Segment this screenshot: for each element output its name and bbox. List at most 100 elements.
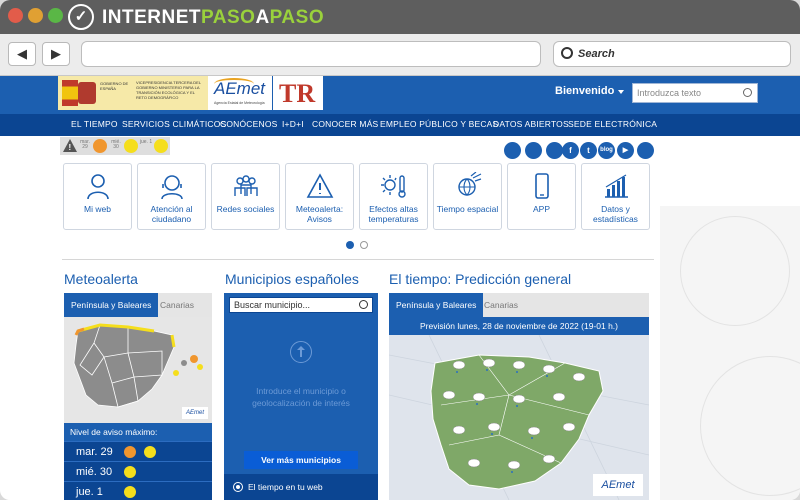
divider: [62, 259, 654, 260]
aemet-subtitle: Agencia Estatal de Meteorología: [214, 101, 265, 105]
prtr-letters: TR: [279, 79, 316, 108]
search-icon[interactable]: [743, 88, 752, 97]
tab-peninsula[interactable]: Península y Baleares: [389, 293, 484, 317]
tile-label: Tiempo espacial: [436, 204, 499, 214]
tile-label: APP: [532, 204, 550, 214]
tab-peninsula[interactable]: Península y Baleares: [64, 293, 159, 317]
brand-name: INTERNETPASOAPASO: [102, 7, 324, 29]
municipio-placeholder: Buscar municipio...: [234, 300, 311, 310]
tile-atencion[interactable]: Atención al ciudadano: [137, 163, 206, 230]
aviso-row[interactable]: mié. 30: [64, 461, 212, 481]
app-icon[interactable]: [504, 142, 521, 159]
address-bar: ◀ ▶ Search: [0, 34, 800, 76]
brand-prefix: INTERNET: [102, 7, 201, 28]
warning-strip[interactable]: ! mar. 29 mié. 30 jue. 1: [60, 137, 170, 155]
search-icon: [561, 47, 573, 59]
aemet-logo[interactable]: AEmet Agencia Estatal de Meteorología: [208, 76, 272, 110]
tile-tiempo-espacial[interactable]: Tiempo espacial: [433, 163, 502, 230]
blog-icon[interactable]: blog: [598, 142, 615, 159]
bar-chart-icon: [604, 174, 628, 198]
tile-meteoalerta[interactable]: Meteoalerta: Avisos: [285, 163, 354, 230]
tile-redes[interactable]: Redes sociales: [211, 163, 280, 230]
warning-day-label: mié. 30: [111, 139, 121, 150]
menu-item-conocenos[interactable]: CONÓCENOS: [220, 119, 278, 129]
tile-label: Atención al ciudadano: [150, 204, 193, 224]
site-search-placeholder: Introduzca texto: [637, 88, 702, 98]
site-search-input[interactable]: Introduzca texto: [632, 83, 758, 103]
tile-label: Redes sociales: [216, 204, 275, 214]
warning-map[interactable]: AEmet: [64, 317, 212, 423]
chevron-down-icon[interactable]: [618, 90, 624, 94]
municipio-search-input[interactable]: Buscar municipio...: [229, 297, 373, 313]
municipios-panel: Buscar municipio... Introduce el municip…: [224, 293, 378, 500]
aviso-row[interactable]: jue. 1: [64, 481, 212, 500]
tile-label: Datos y estadísticas: [593, 204, 638, 224]
youtube-icon[interactable]: ▶: [617, 142, 634, 159]
forward-button[interactable]: ▶: [42, 42, 70, 66]
tile-mi-web[interactable]: Mi web: [63, 163, 132, 230]
warning-yellow-dot: [124, 139, 138, 153]
aviso-yellow-dot: [124, 486, 136, 498]
forecast-map[interactable]: AEmet: [388, 334, 650, 500]
carousel-dot-active[interactable]: [346, 241, 354, 249]
warning-orange-dot: [93, 139, 107, 153]
radio-icon[interactable]: [233, 482, 243, 492]
menu-item-conocer-mas[interactable]: CONOCER MÁS: [312, 119, 378, 129]
people-icon: [233, 175, 258, 196]
web-page: GOBIERNO DE ESPAÑA VICEPRESIDENCIA TERCE…: [0, 76, 800, 500]
close-dot[interactable]: [8, 8, 23, 23]
tile-datos[interactable]: Datos y estadísticas: [581, 163, 650, 230]
carousel-dot[interactable]: [360, 241, 368, 249]
main-menu: EL TIEMPO SERVICIOS CLIMÁTICOS CONÓCENOS…: [0, 114, 800, 136]
decorative-ring: [680, 216, 790, 326]
back-button[interactable]: ◀: [8, 42, 36, 66]
aviso-orange-dot: [124, 446, 136, 458]
welcome-menu[interactable]: Bienvenido: [555, 85, 614, 97]
search-placeholder: Search: [578, 48, 615, 60]
tile-app[interactable]: APP: [507, 163, 576, 230]
site-header: GOBIERNO DE ESPAÑA VICEPRESIDENCIA TERCE…: [0, 76, 800, 114]
tiempo-web-link[interactable]: El tiempo en tu web: [224, 474, 378, 500]
map-aemet-logo: AEmet: [182, 407, 208, 419]
ministry-label: VICEPRESIDENCIA TERCERA DEL GOBIERNO MIN…: [136, 80, 201, 100]
meteoalerta-panel: Península y Baleares Canarias AEmet Nive…: [64, 293, 212, 500]
government-logo[interactable]: GOBIERNO DE ESPAÑA VICEPRESIDENCIA TERCE…: [58, 76, 208, 110]
facebook-icon[interactable]: f: [562, 142, 579, 159]
tile-efectos[interactable]: Efectos altas temperaturas: [359, 163, 428, 230]
tab-canarias[interactable]: Canarias: [484, 293, 518, 317]
aviso-yellow-dot: [124, 466, 136, 478]
menu-item-servicios[interactable]: SERVICIOS CLIMÁTICOS: [122, 119, 226, 129]
sun-thermometer-icon: [380, 175, 406, 198]
tab-canarias[interactable]: Canarias: [160, 293, 194, 317]
brand-logo-icon: ✓: [68, 4, 94, 30]
prediccion-subtitle: Previsión lunes, 28 de noviembre de 2022…: [389, 317, 649, 335]
meteoalerta-title[interactable]: Meteoalerta: [64, 271, 138, 287]
url-input[interactable]: [81, 41, 541, 67]
menu-item-sede[interactable]: SEDE ELECTRÓNICA: [568, 119, 657, 129]
browser-search-input[interactable]: Search: [553, 41, 791, 67]
rss-icon[interactable]: [637, 142, 654, 159]
twitter-icon[interactable]: t: [580, 142, 597, 159]
menu-item-empleo[interactable]: EMPLEO PÚBLICO Y BECAS: [380, 119, 498, 129]
tile-label: Mi web: [84, 204, 111, 214]
aviso-day: jue. 1: [76, 486, 103, 498]
menu-item-el-tiempo[interactable]: EL TIEMPO: [71, 119, 118, 129]
rss-blue-icon[interactable]: [525, 142, 542, 159]
aviso-day: mié. 30: [76, 466, 113, 478]
ver-mas-municipios-button[interactable]: Ver más municipios: [244, 451, 358, 469]
prediccion-title[interactable]: El tiempo: Predicción general: [389, 271, 571, 287]
aviso-row[interactable]: mar. 29: [64, 441, 212, 461]
search-icon[interactable]: [359, 300, 368, 309]
forecast-aemet-logo: AEmet: [593, 474, 643, 496]
person-icon: [86, 174, 109, 200]
minimize-dot[interactable]: [28, 8, 43, 23]
menu-item-idi[interactable]: I+D+I: [282, 119, 304, 129]
warning-yellow-dot: [154, 139, 168, 153]
warning-day-label: jue. 1: [139, 139, 153, 145]
tiempo-web-label: El tiempo en tu web: [248, 482, 323, 492]
maximize-dot[interactable]: [48, 8, 63, 23]
group-icon[interactable]: [546, 142, 563, 159]
meteoalerta-tabs: Península y Baleares Canarias: [64, 293, 212, 317]
municipio-message: Introduce el municipio o geolocalización…: [252, 386, 350, 408]
menu-item-datos-abiertos[interactable]: DATOS ABIERTOS: [493, 119, 569, 129]
